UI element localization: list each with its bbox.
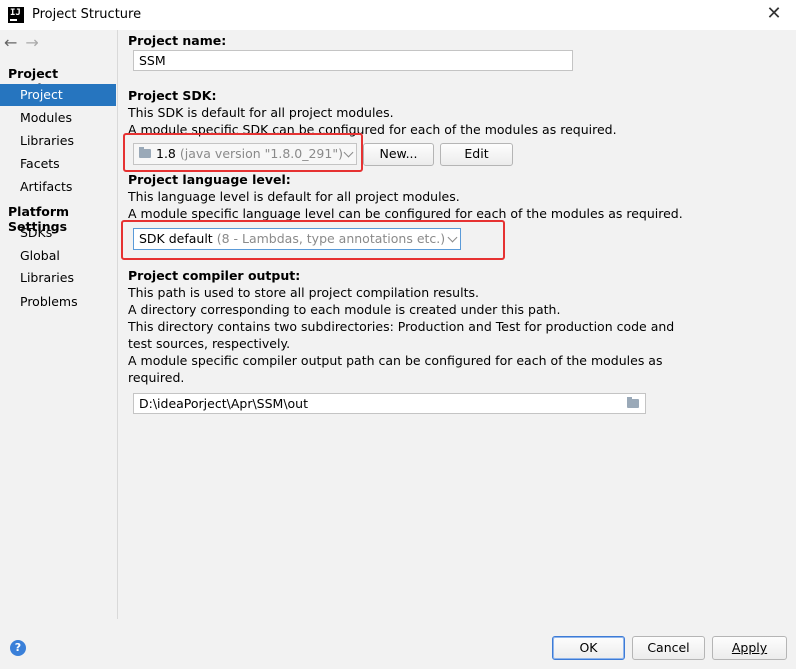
apply-button[interactable]: Apply (712, 636, 787, 660)
intellij-app-icon: IJ (8, 7, 24, 23)
project-name-label: Project name: (128, 33, 227, 48)
sidebar-item-problems[interactable]: Problems (0, 291, 116, 313)
language-level-label: Project language level: (128, 172, 291, 187)
project-sdk-desc-1: This SDK is default for all project modu… (128, 105, 394, 120)
compiler-output-desc-1: This path is used to store all project c… (128, 285, 479, 300)
compiler-output-path-input[interactable]: D:\ideaPorject\Apr\SSM\out (133, 393, 646, 414)
sdk-version-detail: (java version "1.8.0_291") (179, 146, 343, 161)
language-level-value: SDK default (139, 231, 213, 246)
compiler-output-label: Project compiler output: (128, 268, 301, 283)
language-level-select[interactable]: SDK default (8 - Lambdas, type annotatio… (133, 228, 461, 250)
sidebar-item-libraries[interactable]: Libraries (0, 130, 116, 152)
sidebar-item-sdks[interactable]: SDKs (0, 222, 116, 244)
sdk-new-button[interactable]: New... (363, 143, 434, 166)
nav-arrows: ← → (4, 33, 47, 52)
language-level-detail: (8 - Lambdas, type annotations etc.) (216, 231, 446, 246)
sdk-version: 1.8 (156, 146, 176, 161)
chevron-down-icon (343, 147, 354, 158)
compiler-output-desc-5: A module specific compiler output path c… (128, 353, 663, 368)
compiler-output-desc-2: A directory corresponding to each module… (128, 302, 561, 317)
compiler-output-path: D:\ideaPorject\Apr\SSM\out (139, 396, 309, 411)
title-bar: IJ Project Structure ✕ (0, 0, 796, 30)
language-level-desc-2: A module specific language level can be … (128, 206, 683, 221)
chevron-down-icon (447, 232, 458, 243)
sidebar-item-project[interactable]: Project (0, 84, 116, 106)
sidebar-item-global-libraries[interactable]: Global Libraries (0, 245, 116, 285)
project-sdk-select[interactable]: 1.8 (java version "1.8.0_291") (133, 143, 357, 165)
browse-folder-icon[interactable] (627, 397, 639, 408)
sidebar-item-modules[interactable]: Modules (0, 107, 116, 129)
cancel-button[interactable]: Cancel (632, 636, 705, 660)
dialog-footer: ? OK Cancel Apply (0, 619, 796, 669)
forward-arrow-icon[interactable]: → (25, 33, 38, 52)
language-level-desc-1: This language level is default for all p… (128, 189, 460, 204)
sdk-folder-icon (139, 147, 151, 158)
back-arrow-icon[interactable]: ← (4, 33, 17, 52)
window-title: Project Structure (32, 7, 142, 22)
close-icon[interactable]: ✕ (760, 2, 788, 28)
project-settings-panel: Project name: SSM Project SDK: This SDK … (118, 30, 796, 619)
sdk-edit-button[interactable]: Edit (440, 143, 513, 166)
project-sdk-label: Project SDK: (128, 88, 217, 103)
help-icon[interactable]: ? (10, 640, 26, 656)
compiler-output-desc-3: This directory contains two subdirectori… (128, 319, 675, 334)
ok-button[interactable]: OK (552, 636, 625, 660)
project-name-input[interactable]: SSM (133, 50, 573, 71)
compiler-output-desc-4: test sources, respectively. (128, 336, 291, 351)
compiler-output-desc-6: required. (128, 370, 185, 385)
sidebar: ←→ Project Settings Project Modules Libr… (0, 30, 118, 619)
sidebar-item-artifacts[interactable]: Artifacts (0, 176, 116, 198)
sidebar-item-facets[interactable]: Facets (0, 153, 116, 175)
